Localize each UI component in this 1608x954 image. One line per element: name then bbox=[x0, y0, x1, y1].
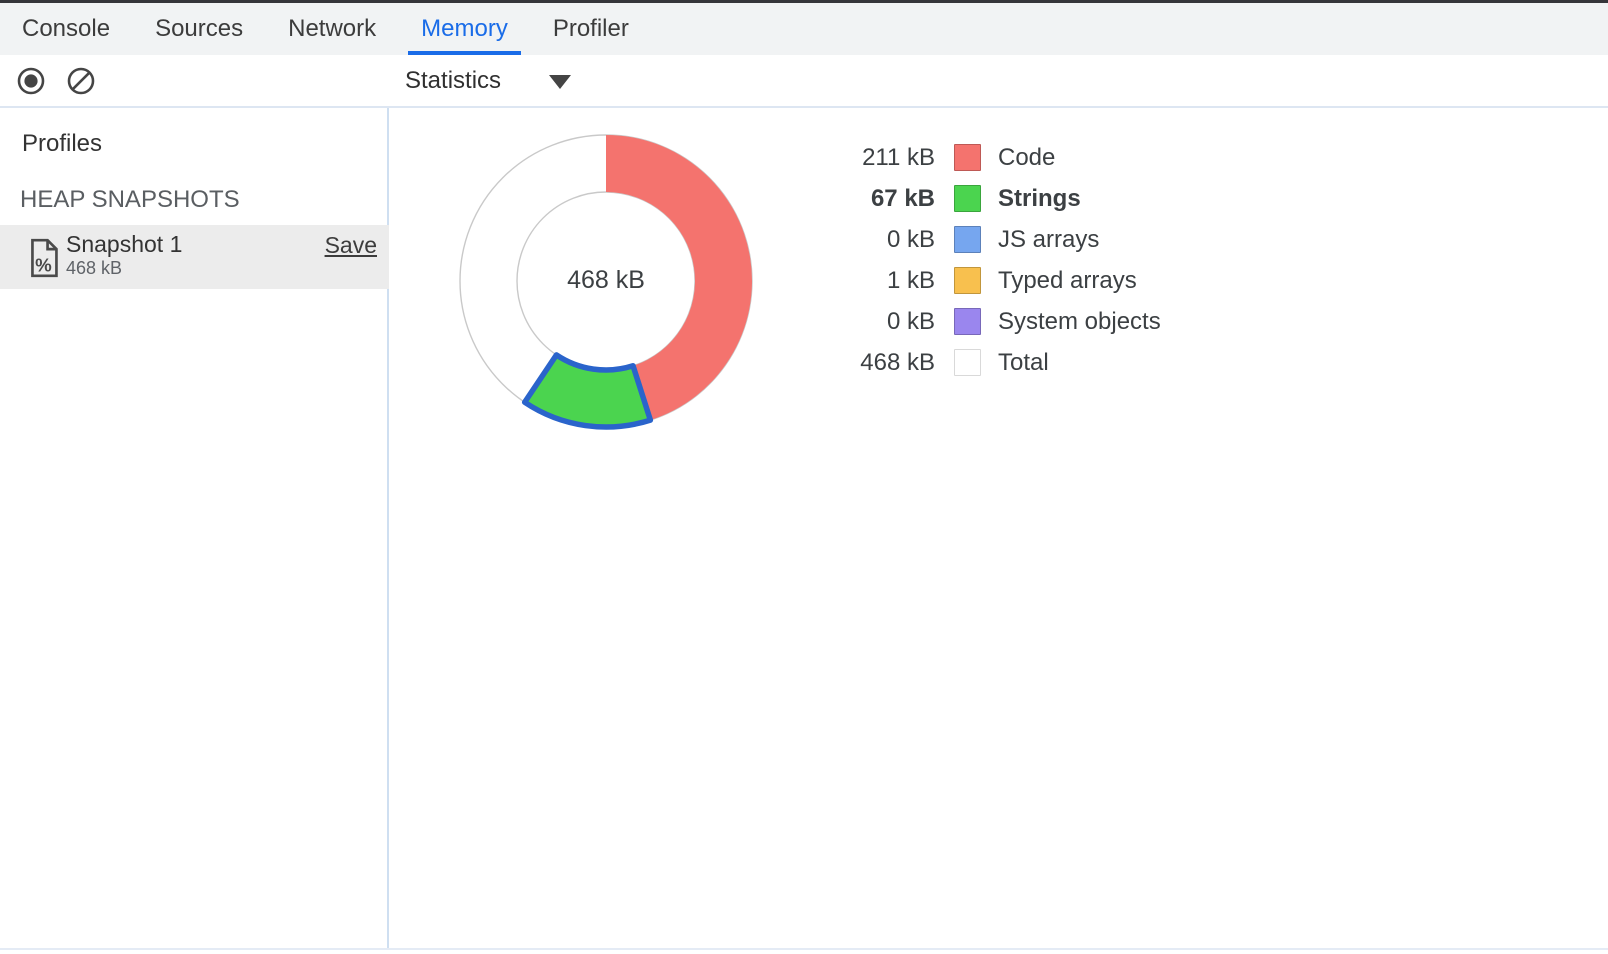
legend-label: Code bbox=[998, 144, 1055, 172]
record-icon bbox=[16, 66, 46, 96]
donut-center-total-label: 468 kB bbox=[450, 266, 762, 295]
legend-label: System objects bbox=[998, 308, 1161, 336]
legend-label: Strings bbox=[998, 185, 1081, 213]
legend-value: 0 kB bbox=[845, 308, 935, 336]
legend-swatch-icon bbox=[954, 185, 981, 212]
snapshot-title: Snapshot 1 bbox=[66, 231, 182, 258]
chart-legend: 211 kB Code 67 kB Strings 0 kB JS arrays 1 kB T… bbox=[845, 137, 1161, 383]
legend-row-js-arrays[interactable]: 0 kB JS arrays bbox=[845, 219, 1161, 260]
clear-icon bbox=[66, 66, 96, 96]
record-heap-snapshot-button[interactable] bbox=[16, 66, 46, 96]
snapshot-list-item[interactable]: % Snapshot 1 468 kB Save bbox=[0, 225, 389, 289]
tab-sources[interactable]: Sources bbox=[155, 3, 243, 55]
legend-row-total[interactable]: 468 kB Total bbox=[845, 342, 1161, 383]
legend-label: Total bbox=[998, 349, 1049, 377]
heap-snapshot-document-icon: % bbox=[28, 238, 60, 278]
legend-value: 0 kB bbox=[845, 226, 935, 254]
save-snapshot-link[interactable]: Save bbox=[325, 232, 377, 259]
perspective-dropdown-label: Statistics bbox=[405, 67, 501, 95]
legend-swatch-icon bbox=[954, 144, 981, 171]
legend-row-system-objects[interactable]: 0 kB System objects bbox=[845, 301, 1161, 342]
devtools-window: Console Sources Network Memory Profiler Stat… bbox=[0, 0, 1608, 954]
legend-value: 211 kB bbox=[845, 144, 935, 172]
legend-value: 67 kB bbox=[845, 185, 935, 213]
profiles-title: Profiles bbox=[22, 130, 102, 158]
statistics-view: 468 kB 211 kB Code 67 kB Strings 0 kB JS arra… bbox=[391, 108, 1608, 948]
clear-profiles-button[interactable] bbox=[66, 66, 96, 96]
devtools-tabbar: Console Sources Network Memory Profiler bbox=[0, 3, 1608, 55]
legend-label: Typed arrays bbox=[998, 267, 1137, 295]
tab-profiler[interactable]: Profiler bbox=[553, 3, 629, 55]
legend-value: 1 kB bbox=[845, 267, 935, 295]
legend-swatch-icon bbox=[954, 226, 981, 253]
triangle-down-icon bbox=[549, 75, 571, 89]
profiles-sidebar: Profiles HEAP SNAPSHOTS % Snapshot 1 468… bbox=[0, 108, 389, 948]
tab-network[interactable]: Network bbox=[288, 3, 376, 55]
donut-slice-strings[interactable] bbox=[525, 355, 651, 427]
memory-panel-toolbar: Statistics bbox=[0, 55, 1608, 108]
legend-label: JS arrays bbox=[998, 226, 1099, 254]
legend-swatch-icon bbox=[954, 267, 981, 294]
snapshot-size: 468 kB bbox=[66, 258, 122, 279]
perspective-dropdown[interactable]: Statistics bbox=[405, 55, 571, 106]
heap-snapshots-section-title: HEAP SNAPSHOTS bbox=[20, 186, 240, 214]
legend-swatch-icon bbox=[954, 308, 981, 335]
legend-row-strings[interactable]: 67 kB Strings bbox=[845, 178, 1161, 219]
legend-value: 468 kB bbox=[845, 349, 935, 377]
svg-text:%: % bbox=[35, 254, 52, 275]
drawer-divider bbox=[0, 948, 1608, 950]
tab-memory[interactable]: Memory bbox=[421, 3, 508, 55]
legend-row-code[interactable]: 211 kB Code bbox=[845, 137, 1161, 178]
tab-console[interactable]: Console bbox=[22, 3, 110, 55]
profile-controls bbox=[0, 55, 389, 106]
legend-row-typed-arrays[interactable]: 1 kB Typed arrays bbox=[845, 260, 1161, 301]
legend-swatch-icon bbox=[954, 349, 981, 376]
